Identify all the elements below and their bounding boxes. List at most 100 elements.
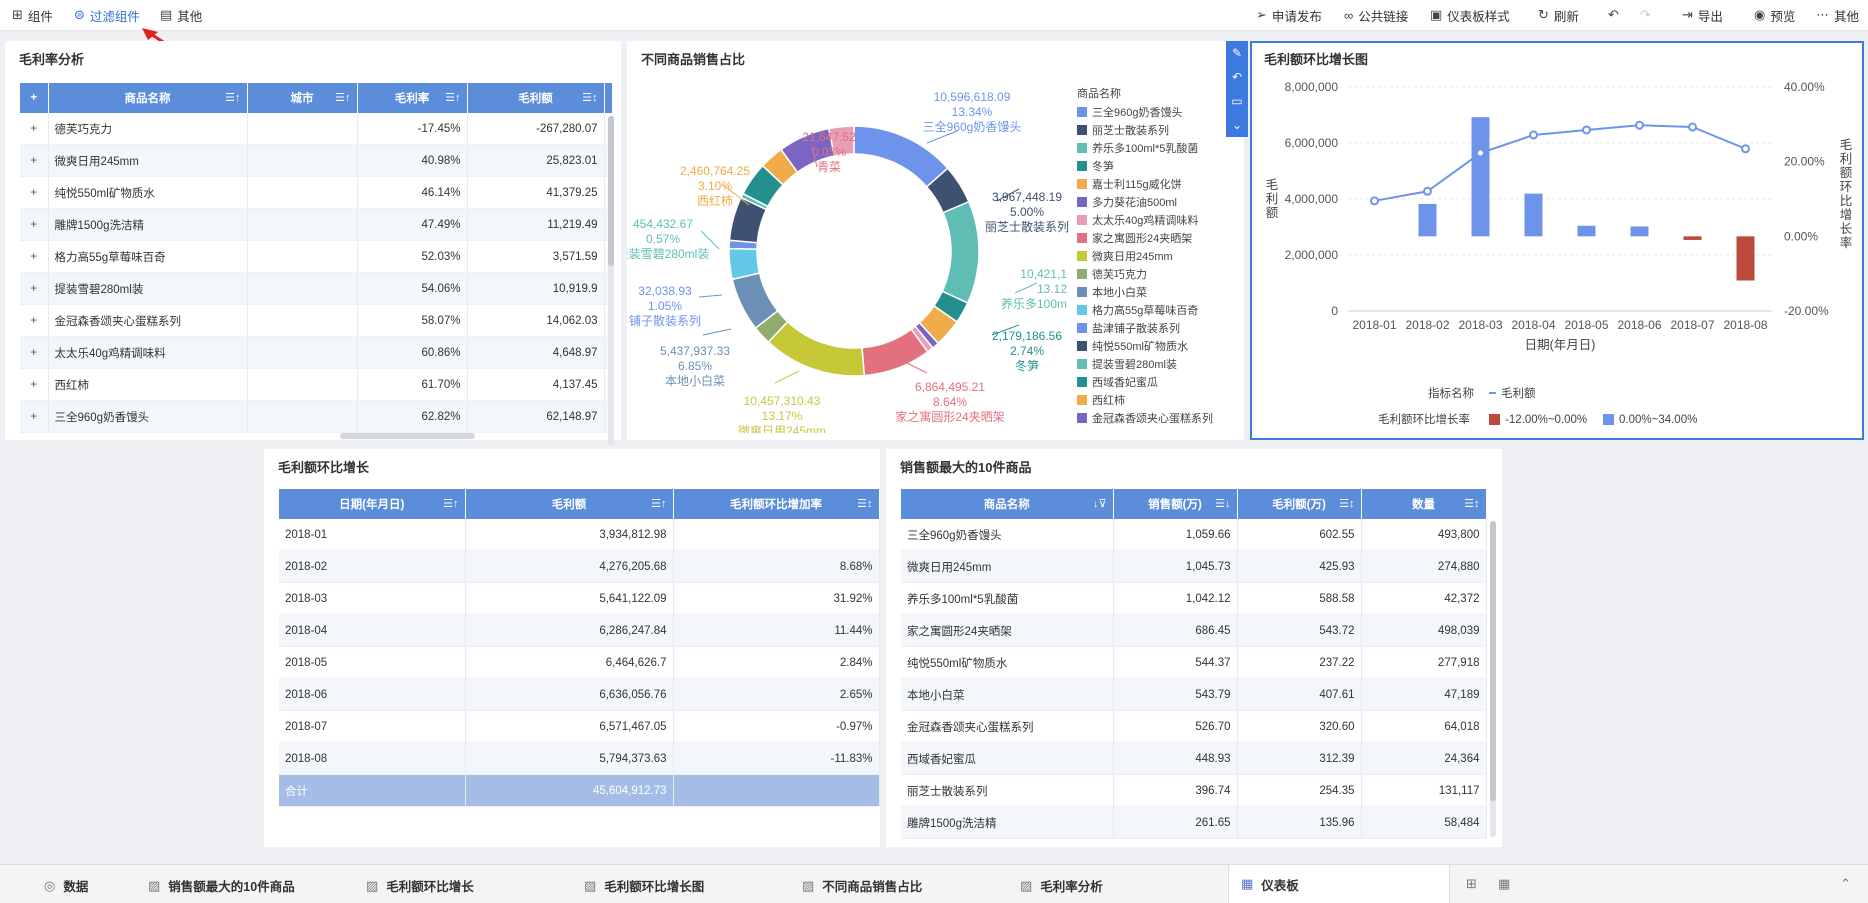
- undo-icon[interactable]: ↶: [1232, 70, 1242, 84]
- filter-component-button[interactable]: ⊜ 过滤组件: [74, 6, 140, 24]
- column-header[interactable]: 毛利额 ☰↕: [467, 83, 605, 113]
- legend-item[interactable]: 盐津铺子散装系列: [1077, 319, 1213, 337]
- legend-item[interactable]: 多力葵花油500ml: [1077, 193, 1213, 211]
- comment-icon[interactable]: ▭: [1231, 94, 1242, 108]
- legend-label[interactable]: -12.00%~0.00%: [1505, 414, 1587, 426]
- horizontal-scrollbar[interactable]: [340, 433, 475, 439]
- table-row[interactable]: 2018-01 3,934,812.98: [279, 519, 880, 551]
- table-row[interactable]: + 德芙巧克力 -17.45% -267,280.07: [20, 113, 613, 145]
- table-row[interactable]: + 金冠森香颂夹心蛋糕系列 58.07% 14,062.03: [20, 304, 613, 337]
- table-row[interactable]: 2018-03 5,641,122.09 31.92%: [279, 582, 880, 615]
- sort-icon[interactable]: ☰↕: [582, 91, 597, 104]
- add-component-tab-button[interactable]: ⊞: [1466, 876, 1477, 892]
- table-row[interactable]: + 雕牌1500g洗洁精 47.49% 11,219.49: [20, 208, 613, 241]
- table-row[interactable]: 金冠森香颂夹心蛋糕系列 526.70 320.60 64,018: [901, 710, 1487, 743]
- expand-row-button[interactable]: +: [20, 176, 49, 209]
- legend-label[interactable]: 毛利额: [1501, 387, 1536, 400]
- expand-row-button[interactable]: +: [20, 113, 49, 145]
- line-point[interactable]: [1529, 130, 1538, 140]
- growth-rate-bar[interactable]: [1736, 236, 1755, 281]
- add-dashboard-tab-button[interactable]: ▦: [1498, 876, 1510, 892]
- expand-row-button[interactable]: +: [20, 144, 49, 177]
- expand-row-button[interactable]: +: [20, 272, 49, 305]
- legend-item[interactable]: 冬笋: [1077, 157, 1213, 175]
- tab-margin-analysis[interactable]: ▨ 毛利率分析: [1020, 876, 1103, 895]
- line-point[interactable]: [1741, 144, 1750, 154]
- export-button[interactable]: ⇥ 导出: [1682, 6, 1723, 24]
- table-row[interactable]: 养乐多100ml*5乳酸菌 1,042.12 588.58 42,372: [901, 582, 1487, 615]
- legend-item[interactable]: 德芙巧克力: [1077, 265, 1213, 283]
- expand-row-button[interactable]: +: [20, 304, 49, 337]
- legend-item[interactable]: 嘉士利115g威化饼: [1077, 175, 1213, 193]
- column-header[interactable]: 数量 ☰↕: [1361, 489, 1487, 519]
- table-row[interactable]: 西域香妃蜜瓜 448.93 312.39 24,364: [901, 742, 1487, 775]
- margin-growth-chart-panel[interactable]: 毛利额环比增长图 8,000,000 6,000,000 4,000,000 2,00…: [1250, 41, 1864, 440]
- sort-icon[interactable]: ☰↕: [857, 497, 872, 510]
- legend-item[interactable]: 丽芝士散装系列: [1077, 121, 1213, 139]
- expand-row-button[interactable]: +: [20, 208, 49, 241]
- more-button[interactable]: ⋯ 其他: [1816, 6, 1859, 24]
- expand-row-button[interactable]: +: [20, 400, 49, 433]
- column-header[interactable]: 商品名称 ☰↑: [48, 83, 248, 113]
- sort-icon[interactable]: ☰↓: [1215, 497, 1230, 510]
- line-point[interactable]: [1476, 148, 1485, 158]
- scrollbar-thumb[interactable]: [608, 116, 614, 266]
- legend-item[interactable]: 纯悦550ml矿物质水: [1077, 337, 1213, 355]
- table-row[interactable]: + 西红柿 61.70% 4,137.45: [20, 368, 613, 401]
- table-row[interactable]: 三全960g奶香馒头 1,059.66 602.55 493,800: [901, 519, 1487, 551]
- growth-rate-bar[interactable]: [1577, 225, 1596, 237]
- line-point[interactable]: [1582, 125, 1591, 135]
- expand-row-button[interactable]: +: [20, 336, 49, 369]
- table-row[interactable]: 2018-05 6,464,626.7 2.84%: [279, 646, 880, 679]
- table-row[interactable]: + 太太乐40g鸡精调味料 60.86% 4,648.97: [20, 336, 613, 369]
- column-header[interactable]: 城市 ☰↑: [247, 83, 358, 113]
- donut-slice[interactable]: [941, 200, 980, 304]
- expand-all-button[interactable]: +: [20, 83, 49, 113]
- redo-button[interactable]: ↷: [1640, 6, 1651, 24]
- undo-button[interactable]: ↶: [1608, 6, 1619, 24]
- tab-data[interactable]: ◎ 数据: [44, 876, 88, 895]
- component-button[interactable]: ⊞ 组件: [12, 6, 53, 24]
- other-menu-button[interactable]: ▤ 其他: [160, 6, 202, 24]
- public-link-button[interactable]: ∞ 公共链接: [1344, 6, 1408, 24]
- table-row[interactable]: 微爽日用245mm 1,045.73 425.93 274,880: [901, 550, 1487, 583]
- tab-margin-growth[interactable]: ▨ 毛利额环比增长: [366, 876, 474, 895]
- legend-item[interactable]: 西域香妃蜜瓜: [1077, 373, 1213, 391]
- legend-item[interactable]: 本地小白菜: [1077, 283, 1213, 301]
- legend-item[interactable]: 格力高55g草莓味百奇: [1077, 301, 1213, 319]
- dashboard-style-button[interactable]: ▣ 仪表板样式: [1430, 6, 1510, 24]
- sort-icon[interactable]: ☰↑: [443, 497, 458, 510]
- column-header[interactable]: 毛利额环比增加率 ☰↕: [673, 489, 880, 519]
- legend-item[interactable]: 养乐多100ml*5乳酸菌: [1077, 139, 1213, 157]
- tab-sales-share[interactable]: ▨ 不同商品销售占比: [802, 876, 922, 895]
- legend-item[interactable]: 三全960g奶香馒头: [1077, 103, 1213, 121]
- tab-dashboard[interactable]: ▦ 仪表板: [1228, 865, 1450, 903]
- collapse-button[interactable]: ⌃: [1840, 876, 1851, 892]
- column-header[interactable]: 毛利额(万) ☰↕: [1237, 489, 1362, 519]
- table-row[interactable]: 2018-07 6,571,467.05 -0.97%: [279, 710, 880, 743]
- line-point[interactable]: [1688, 122, 1697, 132]
- legend-item[interactable]: 提装雪碧280ml装: [1077, 355, 1213, 373]
- expand-icon[interactable]: ⌄: [1232, 118, 1242, 132]
- edit-icon[interactable]: ✎: [1232, 46, 1242, 60]
- growth-rate-bar[interactable]: [1471, 117, 1490, 237]
- growth-rate-bar[interactable]: [1630, 226, 1649, 237]
- growth-rate-bar[interactable]: [1418, 203, 1437, 237]
- line-point[interactable]: [1635, 120, 1644, 130]
- growth-rate-bar[interactable]: [1683, 236, 1702, 240]
- line-point[interactable]: [1370, 196, 1379, 206]
- vertical-scrollbar[interactable]: [1490, 521, 1496, 837]
- donut-slice[interactable]: [853, 125, 949, 188]
- refresh-button[interactable]: ↻ 刷新: [1538, 6, 1579, 24]
- sort-icon[interactable]: ☰↕: [1464, 497, 1479, 510]
- table-row[interactable]: 2018-08 5,794,373.63 -11.83%: [279, 742, 880, 775]
- table-row[interactable]: + 提装雪碧280ml装 54.06% 10,919.9: [20, 272, 613, 305]
- sort-icon[interactable]: ☰↑: [335, 91, 350, 104]
- table-row[interactable]: 2018-04 6,286,247.84 11.44%: [279, 614, 880, 647]
- apply-publish-button[interactable]: ➢ 申请发布: [1256, 6, 1322, 24]
- table-row[interactable]: + 微爽日用245mm 40.98% 25,823.01: [20, 144, 613, 177]
- table-row[interactable]: 2018-02 4,276,205.68 8.68%: [279, 550, 880, 583]
- expand-row-button[interactable]: +: [20, 240, 49, 273]
- sort-icon[interactable]: ☰↕: [1339, 497, 1354, 510]
- scrollbar-thumb[interactable]: [1490, 521, 1496, 801]
